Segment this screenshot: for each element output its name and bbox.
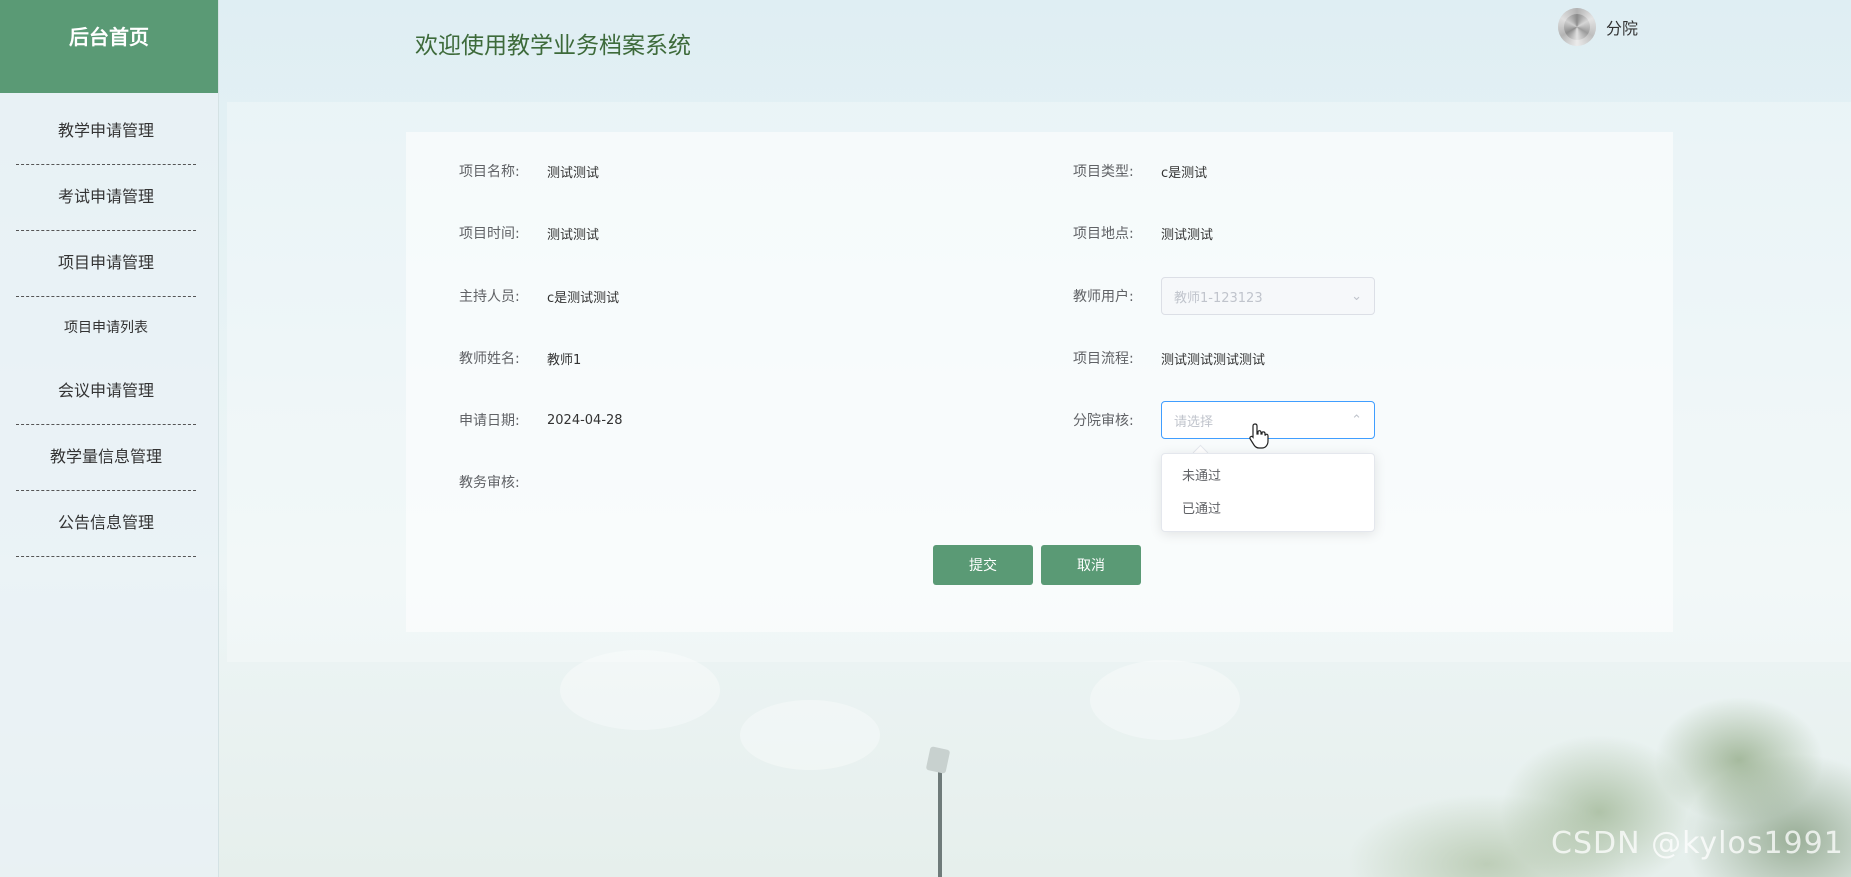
sidebar-item-exam-application[interactable]: 考试申请管理 <box>16 165 196 231</box>
field-label: 教务审核: <box>459 475 520 491</box>
field-host: 主持人员: c是测试测试 <box>459 276 619 316</box>
sidebar-subitem-project-application-list[interactable]: 项目申请列表 <box>16 297 196 359</box>
field-teacher-name: 教师姓名: 教师1 <box>459 338 581 378</box>
field-project-name: 项目名称: 测试测试 <box>459 151 599 191</box>
field-label: 主持人员: <box>459 289 520 305</box>
option-not-passed[interactable]: 未通过 <box>1162 460 1374 493</box>
teacher-user-select: 教师1-123123 ⌄ <box>1161 277 1375 315</box>
sidebar-item-teaching-workload[interactable]: 教学量信息管理 <box>16 425 196 491</box>
field-apply-date: 申请日期: 2024-04-28 <box>459 400 623 440</box>
background-decoration <box>1090 660 1240 740</box>
field-project-time: 项目时间: 测试测试 <box>459 213 599 253</box>
option-passed[interactable]: 已通过 <box>1162 493 1374 526</box>
chevron-up-icon: ⌃ <box>1351 412 1362 428</box>
field-teacher-user: 教师用户: 教师1-123123 ⌄ <box>1073 276 1375 316</box>
hand-cursor-icon <box>1249 423 1269 449</box>
field-value: 教师1 <box>547 352 582 368</box>
field-value: 2024-04-28 <box>547 412 623 428</box>
field-project-type: 项目类型: c是测试 <box>1073 151 1207 191</box>
select-placeholder: 请选择 <box>1174 414 1214 430</box>
sidebar: 后台首页 教学申请管理 考试申请管理 项目申请管理 项目申请列表 会议申请管理 … <box>0 0 219 877</box>
field-value: c是测试 <box>1161 165 1208 181</box>
page-title: 欢迎使用教学业务档案系统 <box>415 33 691 59</box>
field-label: 项目流程: <box>1073 351 1134 367</box>
branch-review-dropdown: 未通过 已通过 <box>1161 453 1375 532</box>
form-card <box>406 132 1673 632</box>
background-decoration <box>740 700 880 770</box>
submit-button[interactable]: 提交 <box>933 545 1033 585</box>
field-label: 教师姓名: <box>459 351 520 367</box>
field-label: 项目名称: <box>459 164 520 180</box>
field-value: 测试测试 <box>547 165 600 181</box>
field-label: 分院审核: <box>1073 413 1134 429</box>
user-name[interactable]: 分院 <box>1606 15 1638 39</box>
watermark: CSDN @kylos1991 <box>1551 826 1844 861</box>
field-label: 申请日期: <box>459 413 520 429</box>
sidebar-item-meeting-application[interactable]: 会议申请管理 <box>16 359 196 425</box>
background-lamp-head <box>925 746 951 774</box>
sidebar-home-link[interactable]: 后台首页 <box>0 0 218 93</box>
field-label: 项目时间: <box>459 226 520 242</box>
sidebar-item-teaching-application[interactable]: 教学申请管理 <box>16 99 196 165</box>
field-value: 测试测试 <box>547 227 600 243</box>
sidebar-item-project-application[interactable]: 项目申请管理 <box>16 231 196 297</box>
field-value: 测试测试 <box>1161 227 1214 243</box>
field-label: 教师用户: <box>1073 289 1134 305</box>
field-value: 测试测试测试测试 <box>1161 352 1266 368</box>
cancel-button[interactable]: 取消 <box>1041 545 1141 585</box>
chevron-down-icon: ⌄ <box>1351 288 1362 304</box>
sidebar-item-announcement[interactable]: 公告信息管理 <box>16 491 196 557</box>
user-menu[interactable]: 分院 <box>1558 8 1638 46</box>
field-project-flow: 项目流程: 测试测试测试测试 <box>1073 338 1265 378</box>
field-label: 项目类型: <box>1073 164 1134 180</box>
select-value: 教师1-123123 <box>1174 290 1263 306</box>
avatar[interactable] <box>1558 8 1596 46</box>
background-lamp-pole <box>938 760 942 877</box>
field-label: 项目地点: <box>1073 226 1134 242</box>
field-project-location: 项目地点: 测试测试 <box>1073 213 1213 253</box>
field-academic-review: 教务审核: <box>459 462 547 502</box>
field-value: c是测试测试 <box>547 290 620 306</box>
field-branch-review: 分院审核: 请选择 ⌃ <box>1073 400 1375 440</box>
background-decoration <box>560 650 720 730</box>
